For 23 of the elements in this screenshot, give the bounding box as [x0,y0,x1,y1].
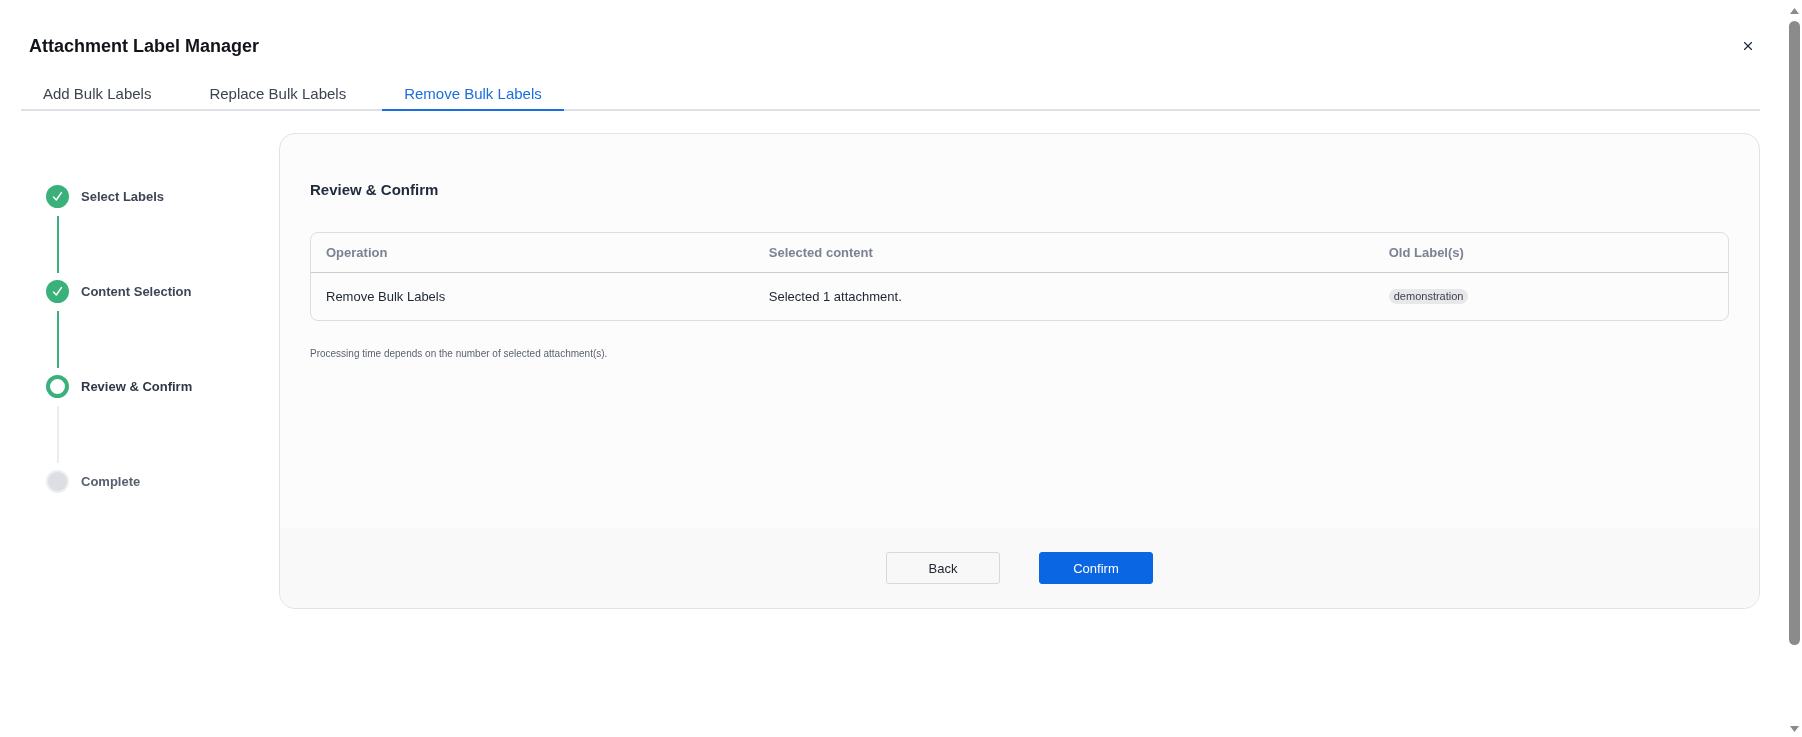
confirm-button[interactable]: Confirm [1039,552,1153,584]
step-label: Content Selection [81,284,192,299]
dialog-title: Attachment Label Manager [29,35,260,58]
tab[interactable]: Remove Bulk Labels [382,77,564,111]
column-header: Operation [311,233,754,273]
section-heading: Review & Confirm [310,180,440,200]
step-label: Review & Confirm [81,379,193,394]
tab[interactable]: Replace Bulk Labels [187,77,369,111]
table-cell-text: Remove Bulk Labels [325,288,447,306]
step-label: Complete [81,474,141,489]
close-icon [1741,39,1755,53]
step-label: Select Labels [81,189,165,204]
close-button[interactable] [1741,39,1755,53]
scroll-up-icon[interactable] [1790,8,1799,14]
processing-note: Processing time depends on the number of selected attachment(s). [310,347,609,360]
back-button[interactable]: Back [886,552,1000,584]
scroll-down-icon[interactable] [1790,726,1799,732]
table-cell-text: Selected 1 attachment. [767,288,903,306]
label-tag: demonstration [1388,289,1469,304]
tab[interactable]: Add Bulk Labels [21,77,174,111]
column-header: Selected content [753,233,1374,273]
scrollbar-thumb[interactable] [1789,21,1800,645]
column-header: Old Label(s) [1373,233,1728,273]
